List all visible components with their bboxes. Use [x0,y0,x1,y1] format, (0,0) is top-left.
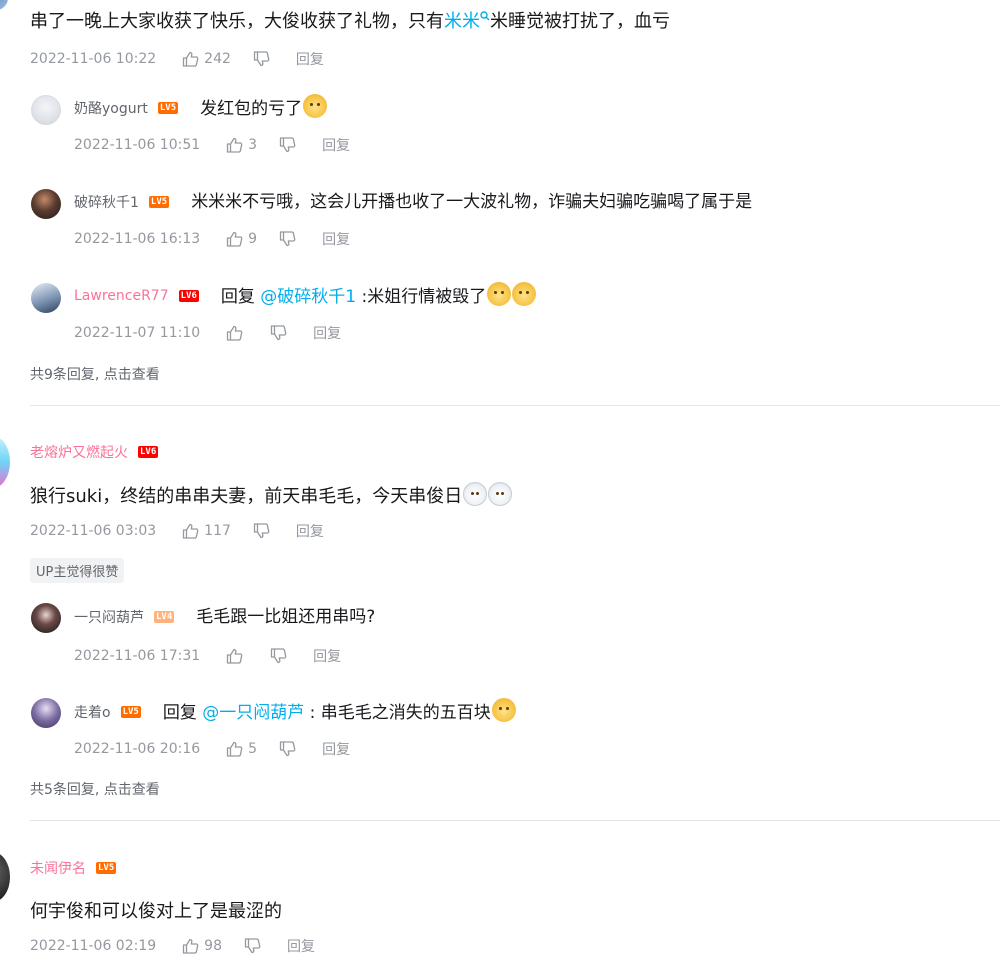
comment-meta: 2022-11-06 10:51 3 回复 [74,135,351,155]
like-button[interactable]: 242 [182,51,231,67]
reply-text: 回复 @破碎秋千1 :米姐行情被毁了 [221,282,537,310]
dislike-button[interactable] [270,325,287,341]
emoji-doge [303,94,328,118]
username[interactable]: 走着o [74,702,111,722]
level-badge: LV5 [96,862,117,874]
mention-link[interactable]: 米米 [444,11,480,32]
avatar[interactable] [31,698,61,728]
level-badge: LV5 [148,196,170,208]
dislike-button[interactable] [279,231,296,247]
thumb-up-icon [227,325,243,341]
comment-text: 何宇俊和可以俊对上了是最涩的 [30,901,282,922]
reply-button[interactable]: 回复 [322,229,350,249]
reply-button[interactable]: 回复 [313,646,341,666]
username[interactable]: 奶酪yogurt [74,98,148,118]
level-badge: LV5 [157,102,179,114]
reply-text: 发红包的亏了 [200,94,328,122]
reply-button[interactable]: 回复 [296,49,324,69]
reply-button[interactable]: 回复 [322,739,350,759]
emoji-doge [512,282,537,306]
avatar[interactable] [31,603,61,633]
avatar[interactable] [0,852,10,902]
comment-meta: 2022-11-07 11:10 回复 [74,323,342,343]
thumb-down-icon [279,741,296,757]
view-more-replies[interactable]: 共5条回复, 点击查看 [30,779,160,799]
reply-button[interactable]: 回复 [296,521,324,541]
comment-meta: 2022-11-06 10:22 242 回复 [30,49,324,69]
like-button[interactable] [226,648,248,664]
level-badge: LV6 [138,446,159,458]
comment-text: 串了一晚上大家收获了快乐，大俊收获了礼物，只有米米 米睡觉被打扰了，血亏 [30,11,670,32]
reply-text: 回复 @一只闷葫芦 : 串毛毛之消失的五百块 [163,698,516,726]
username[interactable]: 未闻伊名 [30,858,86,878]
level-badge: LV6 [178,290,199,302]
thumb-up-icon [227,648,243,664]
username[interactable]: 一只闷葫芦 [74,607,144,627]
username[interactable]: 破碎秋千1 [74,192,139,212]
avatar[interactable] [0,0,8,10]
emoji-doge [487,282,512,306]
thumb-down-icon [244,938,261,954]
thumb-down-icon [253,523,270,539]
reply-text: 米米米不亏哦，这会儿开播也收了一大波礼物，诈骗夫妇骗吃骗喝了属于是 [191,192,753,212]
reply-button[interactable]: 回复 [322,135,350,155]
search-icon[interactable] [480,11,490,21]
thumb-up-icon [227,231,243,247]
reply-text: 毛毛跟一比姐还用串吗? [196,607,376,627]
reply-button[interactable]: 回复 [287,936,315,956]
thumb-down-icon [271,325,287,341]
like-button[interactable]: 98 [182,938,222,954]
mention-link[interactable]: @破碎秋千1 [260,287,356,307]
mention-link[interactable]: @一只闷葫芦 [202,703,304,723]
avatar[interactable] [31,189,61,219]
thumb-down-icon [279,137,296,153]
like-button[interactable]: 117 [182,523,231,539]
emoji-white-face [463,482,488,506]
like-button[interactable] [226,325,248,341]
like-button[interactable]: 3 [226,137,257,153]
comment-meta: 2022-11-06 02:19 98 回复 [30,936,315,956]
emoji-doge [491,698,516,722]
up-liked-badge: UP主觉得很赞 [30,558,125,583]
dislike-button[interactable] [253,523,270,539]
like-button[interactable]: 9 [226,231,257,247]
comment-text: 狼行suki，终结的串串夫妻，前天串毛毛，今天串俊日 [30,482,513,510]
emoji-white-face [488,482,513,506]
avatar[interactable] [31,283,61,313]
avatar[interactable] [31,95,61,125]
dislike-button[interactable] [253,51,270,67]
thumb-up-icon [227,741,243,757]
comment-meta: 2022-11-06 17:31 回复 [74,646,342,666]
dislike-button[interactable] [279,137,296,153]
comment-meta: 2022-11-06 03:03 117 回复 [30,521,324,541]
dislike-button[interactable] [279,741,296,757]
reply-button[interactable]: 回复 [313,323,341,343]
view-more-replies[interactable]: 共9条回复, 点击查看 [30,364,160,384]
comment-meta: 2022-11-06 20:16 5 回复 [74,739,351,759]
thumb-up-icon [183,51,199,67]
thumb-up-icon [227,137,243,153]
divider [30,820,1000,821]
dislike-button[interactable] [270,648,287,664]
username[interactable]: LawrenceR77 [74,288,169,304]
dislike-button[interactable] [244,938,261,954]
thumb-up-icon [183,523,199,539]
comment-meta: 2022-11-06 16:13 9 回复 [74,229,351,249]
thumb-up-icon [183,938,199,954]
like-button[interactable]: 5 [226,741,257,757]
username[interactable]: 老熔炉又燃起火 [30,442,128,462]
thumb-down-icon [253,51,270,67]
level-badge: LV5 [120,706,141,718]
divider [30,405,1000,406]
avatar[interactable] [0,436,10,488]
level-badge: LV4 [154,611,175,623]
thumb-down-icon [279,231,296,247]
thumb-down-icon [271,648,287,664]
